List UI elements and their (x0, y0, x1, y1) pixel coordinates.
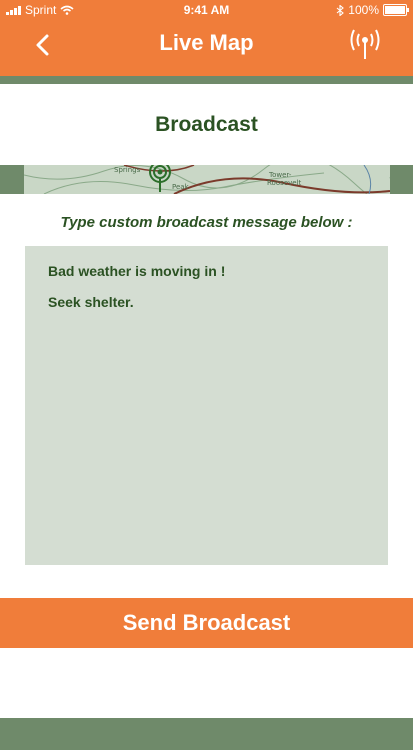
send-broadcast-button[interactable]: Send Broadcast (0, 598, 413, 648)
broadcast-prompt: Type custom broadcast message below : (60, 214, 353, 231)
broadcast-heading: Broadcast (155, 112, 258, 136)
map-preview: Springs Peak Tower- Roosevelt (24, 165, 390, 194)
app-header-bar: Sprint 9:41 AM 100% Live Map (0, 0, 413, 76)
message-line: Seek shelter. (48, 294, 134, 310)
radio-tower-icon[interactable] (345, 26, 385, 62)
status-right: 100% (336, 3, 409, 17)
map-label: Peak (172, 183, 190, 191)
header-divider (0, 76, 413, 84)
broadcast-card: Type custom broadcast message below : Ba… (0, 194, 413, 718)
message-input[interactable]: Bad weather is moving in ! Seek shelter. (25, 246, 388, 565)
bottom-bar (0, 718, 413, 750)
battery-icon (383, 4, 409, 16)
map-graphic: Springs Peak Tower- Roosevelt (24, 165, 390, 194)
nav-header: Live Map (0, 20, 413, 70)
bluetooth-icon (336, 4, 345, 16)
map-label: Springs (114, 166, 141, 174)
message-line: Bad weather is moving in ! (48, 263, 226, 279)
map-label: Roosevelt (267, 179, 301, 187)
battery-percent: 100% (348, 3, 379, 17)
status-bar: Sprint 9:41 AM 100% (0, 0, 413, 20)
map-label: Tower- (268, 171, 292, 179)
broadcast-title-panel: Broadcast (0, 84, 413, 165)
